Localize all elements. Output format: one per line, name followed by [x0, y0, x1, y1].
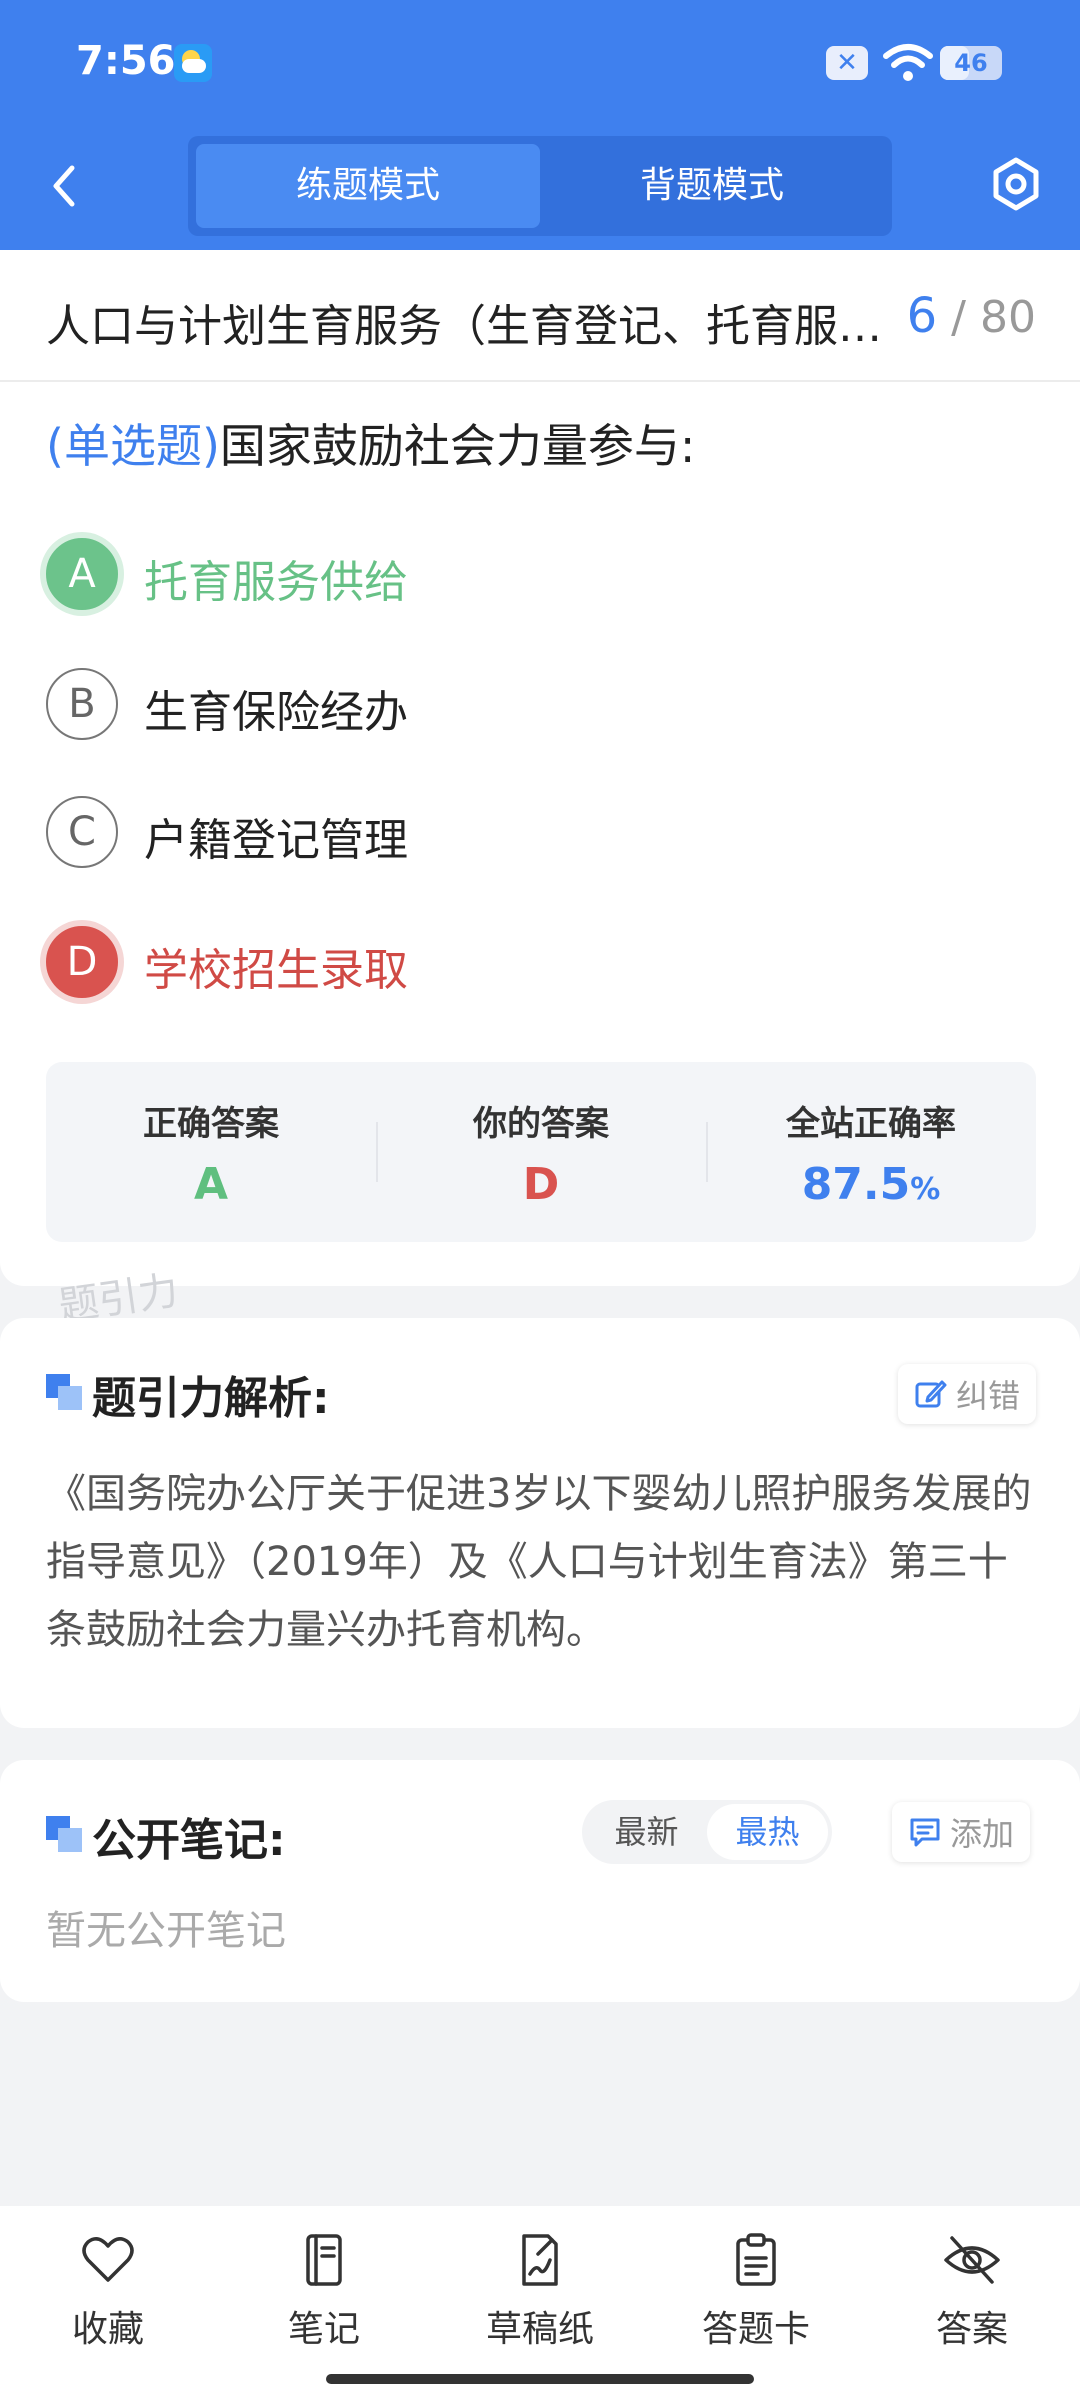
section-squares-icon: [46, 1816, 82, 1852]
notification-x-icon: ✕: [826, 46, 868, 80]
correct-answer-value: A: [193, 1159, 229, 1210]
heart-icon: [82, 2237, 134, 2282]
chapter-title: 人口与计划生育服务（生育登记、托育服务、基层卫生）: [46, 301, 916, 352]
public-notes-card: 公开笔记: 最新 最热 添加 暂无公开笔记: [0, 1760, 1080, 2002]
progress-current: 6: [906, 288, 938, 344]
eye-off-icon: [944, 2236, 1000, 2284]
correct-answer-col: 正确答案 A: [46, 1062, 376, 1242]
site-accuracy-col: 全站正确率 87.5%: [706, 1062, 1036, 1242]
battery-indicator: 46: [940, 46, 1002, 80]
mode-switch: 练题模式 背题模式: [188, 136, 892, 236]
answer-card-button[interactable]: 答题卡: [648, 2206, 864, 2400]
comment-icon: [910, 1818, 940, 1847]
answer-card-icon: [736, 2233, 776, 2286]
section-squares-icon: [46, 1374, 82, 1410]
favorite-label: 收藏: [71, 2309, 144, 2350]
your-answer-col: 你的答案 D: [376, 1062, 706, 1242]
question-card: 人口与计划生育服务（生育登记、托育服务、基层卫生） 6 / 80 (单选题)国家…: [0, 250, 1080, 1286]
add-note-button[interactable]: 添加: [892, 1802, 1031, 1862]
analysis-text: 《国务院办公厅关于促进3岁以下婴幼儿照护服务发展的指导意见》（2019年）及《人…: [46, 1471, 1032, 1653]
empty-notes-text: 暂无公开笔记: [46, 1908, 286, 1954]
draft-label: 草稿纸: [485, 2309, 594, 2350]
option-letter: C: [46, 796, 118, 868]
report-error-button[interactable]: 纠错: [898, 1364, 1037, 1424]
weather-app-icon: [174, 44, 212, 82]
status-time: 7:56: [76, 38, 176, 84]
edit-icon: [915, 1380, 947, 1408]
option-a[interactable]: A 托育服务供给: [46, 538, 946, 618]
notes-title: 公开笔记:: [92, 1815, 286, 1866]
option-text: 生育保险经办: [144, 687, 408, 738]
home-indicator: [326, 2374, 754, 2384]
progress-separator: /: [951, 292, 966, 343]
draft-button[interactable]: 草稿纸: [432, 2206, 648, 2400]
site-accuracy-value: 87.5%: [706, 1159, 1036, 1210]
site-accuracy-number: 87.5: [801, 1159, 911, 1210]
site-accuracy-unit: %: [910, 1172, 941, 1207]
header: 7:56 ✕ 46 练题模式 背题模式: [0, 0, 1080, 250]
notes-label: 笔记: [287, 2309, 360, 2350]
question-type: (单选题): [46, 419, 220, 473]
show-answer-button[interactable]: 答案: [864, 2206, 1080, 2400]
option-letter: A: [46, 538, 118, 610]
correct-answer-label: 正确答案: [143, 1104, 279, 1144]
option-text: 户籍登记管理: [144, 815, 408, 866]
option-text: 托育服务供给: [144, 557, 408, 608]
draft-icon: [522, 2234, 558, 2286]
your-answer-label: 你的答案: [473, 1104, 609, 1144]
sort-latest[interactable]: 最新: [586, 1804, 707, 1860]
show-answer-label: 答案: [935, 2309, 1008, 2350]
tab-memorize-mode[interactable]: 背题模式: [540, 144, 884, 228]
notebook-icon: [306, 2234, 342, 2286]
answer-summary: 正确答案 A 你的答案 D 全站正确率 87.5%: [46, 1062, 1036, 1242]
question-progress: 6 / 80: [907, 288, 1036, 344]
battery-level: 46: [954, 49, 988, 77]
tab-practice-mode[interactable]: 练题模式: [196, 144, 540, 228]
progress-total: 80: [980, 292, 1036, 343]
analysis-card: 题引力解析: 纠错 《国务院办公厅关于促进3岁以下婴幼儿照护服务发展的指导意见》…: [0, 1318, 1080, 1728]
option-text: 学校招生录取: [144, 945, 408, 996]
wifi-icon: [883, 44, 933, 81]
question-stem: 国家鼓励社会力量参与:: [219, 419, 696, 473]
answer-card-label: 答题卡: [701, 2309, 810, 2350]
back-chevron-icon[interactable]: [38, 156, 88, 216]
site-accuracy-label: 全站正确率: [786, 1104, 956, 1144]
favorite-button[interactable]: 收藏: [0, 2206, 216, 2400]
option-d[interactable]: D 学校招生录取: [46, 926, 946, 1006]
notes-sort-toggle: 最新 最热: [582, 1800, 832, 1864]
settings-hexagon-icon[interactable]: [988, 154, 1044, 214]
option-c[interactable]: C 户籍登记管理: [46, 796, 946, 876]
analysis-title: 题引力解析:: [92, 1373, 330, 1424]
question-text: (单选题)国家鼓励社会力量参与:: [46, 410, 695, 476]
sort-hottest[interactable]: 最热: [707, 1804, 828, 1860]
your-answer-value: D: [522, 1159, 560, 1210]
bottom-toolbar: 收藏 笔记 草稿纸 答题卡 答案: [0, 2206, 1080, 2400]
report-error-label: 纠错: [956, 1377, 1021, 1415]
divider: [0, 380, 1080, 382]
add-note-label: 添加: [950, 1815, 1015, 1853]
notes-button[interactable]: 笔记: [216, 2206, 432, 2400]
option-letter: D: [46, 926, 118, 998]
option-letter: B: [46, 668, 118, 740]
option-b[interactable]: B 生育保险经办: [46, 668, 946, 748]
